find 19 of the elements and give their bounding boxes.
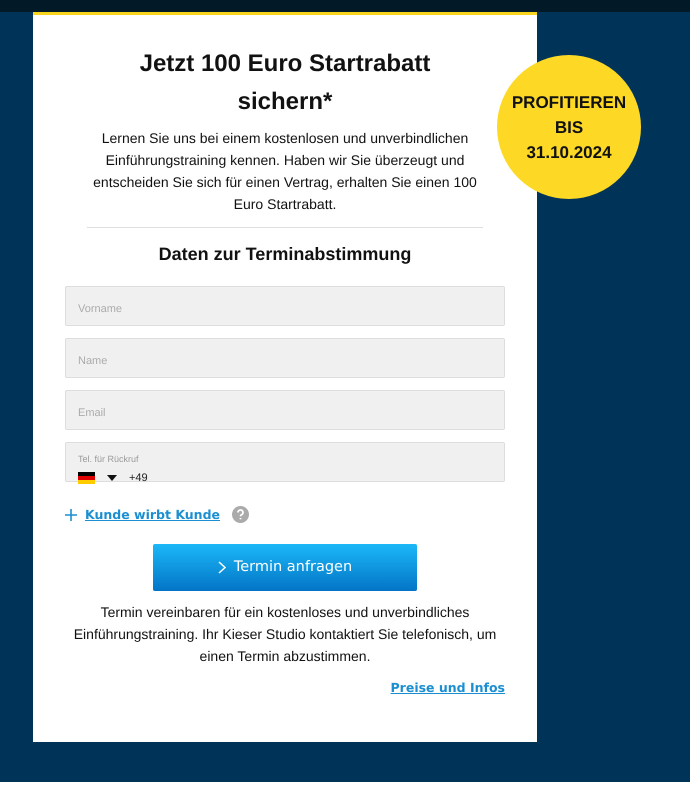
badge-text: PROFITIEREN	[512, 92, 626, 114]
input-field[interactable]: Email	[65, 390, 505, 430]
flag-icon[interactable]	[78, 472, 95, 484]
field-label: Tel. für Rückruf	[78, 454, 139, 465]
form-heading: Daten zur Terminabstimmung	[158, 244, 412, 266]
chevron-right-icon	[218, 561, 226, 574]
field-value: +49	[129, 470, 148, 485]
note-text: Termin vereinbaren für ein kostenloses und unverbindliches Einführungstraining. Ihr Kieser Studio kontaktiert Sie telefonisch, um einen Termin abzustimmen.	[72, 603, 498, 666]
phone-field[interactable]: Tel. für Rückruf +49	[65, 442, 505, 482]
page-title: Jetzt 100 Euro Startrabatt sichern*	[138, 49, 432, 117]
submit-button[interactable]: Termin anfragen	[153, 544, 417, 592]
badge-text: 31.10.2024	[526, 142, 612, 164]
badge-text: BIS	[554, 116, 584, 138]
intro-text: Lernen Sie uns bei einem kostenlosen und unverbindlichen Einführungstraining kennen. Haben wir Sie überzeugt und entscheiden Sie sich für einen Vertrag, erhalten Sie einen 100 Euro Startrabatt.	[92, 129, 478, 214]
input-field[interactable]: Vorname	[65, 286, 505, 326]
plus-icon[interactable]	[65, 508, 77, 521]
referral-link[interactable]: Kunde wirbt Kunde	[85, 506, 220, 524]
input-field[interactable]: Name	[65, 338, 505, 378]
info-link[interactable]: Preise und Infos	[390, 680, 505, 696]
